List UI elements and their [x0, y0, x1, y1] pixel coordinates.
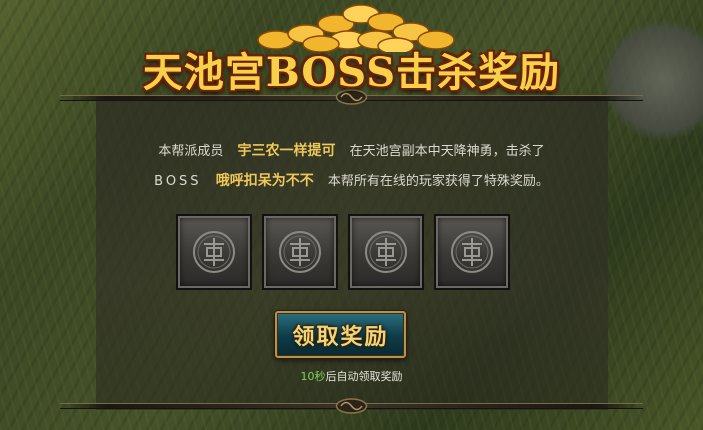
- claim-reward-label: 领取奖励: [292, 323, 389, 350]
- line2-suffix: 本帮所有在线的玩家获得了特殊奖励。: [327, 174, 549, 189]
- reward-slot-4[interactable]: [434, 214, 510, 290]
- reward-slot-3[interactable]: [348, 214, 424, 290]
- announcement-line-2: BOSS 哦呼扣呆为不不 本帮所有在线的玩家获得了特殊奖励。: [0, 170, 703, 190]
- locked-emblem-icon: [279, 231, 321, 273]
- boss-name: 哦呼扣呆为不不: [215, 173, 314, 189]
- reward-popup-scene: 天池宫BOSS击杀奖励 本帮派成员 宇三农一样提可 在天池宫副本中天降神勇，击杀…: [0, 0, 703, 430]
- page-title: 天池宫BOSS击杀奖励: [142, 49, 561, 96]
- reward-slot-2[interactable]: [262, 214, 338, 290]
- line1-suffix: 在天池宫副本中天降神勇，击杀了: [349, 144, 545, 159]
- countdown-text: 后自动领取奖励: [325, 370, 403, 383]
- locked-emblem-icon: [193, 231, 235, 273]
- boss-label: BOSS: [154, 174, 202, 189]
- reward-slot-1[interactable]: [176, 214, 252, 290]
- bottom-ornament-icon: [335, 398, 368, 414]
- locked-emblem-icon: [365, 231, 407, 273]
- line1-prefix: 本帮派成员: [158, 144, 224, 159]
- reward-slots: [176, 214, 528, 290]
- announcement-line-1: 本帮派成员 宇三农一样提可 在天池宫副本中天降神勇，击杀了: [0, 140, 703, 160]
- countdown-seconds: 10秒: [300, 370, 326, 383]
- auto-claim-countdown: 10秒后自动领取奖励: [0, 368, 703, 384]
- locked-emblem-icon: [451, 231, 493, 273]
- claim-reward-button[interactable]: 领取奖励: [275, 311, 406, 358]
- member-name: 宇三农一样提可: [237, 143, 336, 159]
